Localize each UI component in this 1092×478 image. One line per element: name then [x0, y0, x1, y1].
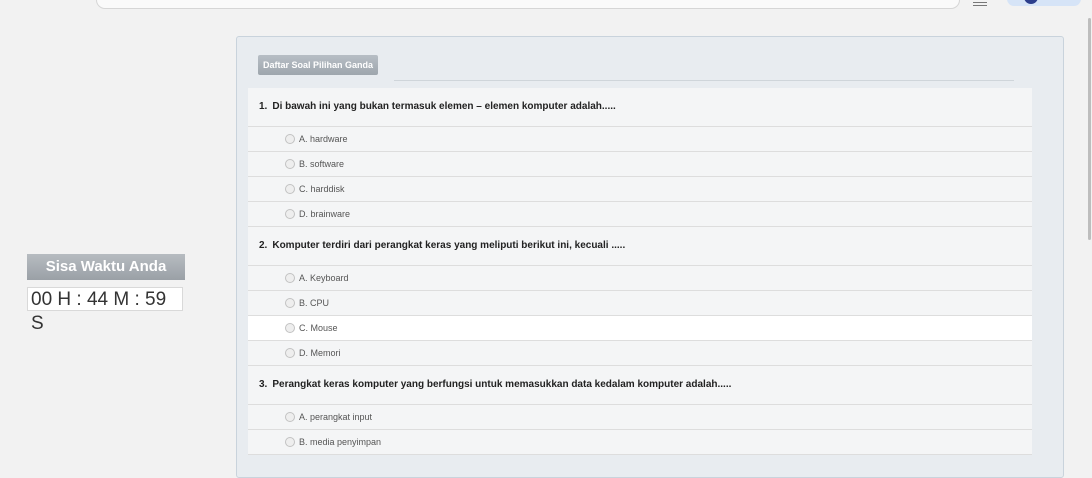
scrollbar-thumb[interactable] [1088, 18, 1091, 240]
answer-option[interactable]: C. harddisk [248, 177, 1032, 202]
radio-button[interactable] [285, 273, 295, 283]
panel-divider [394, 80, 1014, 81]
browser-toolbar [0, 0, 1092, 14]
radio-button[interactable] [285, 184, 295, 194]
radio-button[interactable] [285, 412, 295, 422]
timer-label: Sisa Waktu Anda [27, 254, 185, 280]
question-list: 1. Di bawah ini yang bukan termasuk eleme… [248, 88, 1032, 455]
menu-icon[interactable] [973, 0, 987, 6]
radio-button[interactable] [285, 348, 295, 358]
panel-title: Daftar Soal Pilihan Ganda [258, 55, 379, 75]
question-title: 3. Perangkat keras komputer yang berfungs… [248, 366, 1032, 405]
radio-button[interactable] [285, 209, 295, 219]
question-title: 2. Komputer terdiri dari perangkat keras … [248, 227, 1032, 266]
address-bar[interactable] [96, 0, 960, 9]
countdown-timer: Sisa Waktu Anda 00 H : 44 M : 59 S [27, 254, 185, 334]
answer-option[interactable]: A. perangkat input [248, 405, 1032, 430]
answer-option[interactable]: B. CPU [248, 291, 1032, 316]
radio-button[interactable] [285, 298, 295, 308]
answer-option[interactable]: A. hardware [248, 127, 1032, 152]
answer-option[interactable]: B. media penyimpan [248, 430, 1032, 455]
radio-button[interactable] [285, 437, 295, 447]
radio-button[interactable] [285, 159, 295, 169]
answer-option[interactable]: C. Mouse [248, 316, 1032, 341]
answer-option[interactable]: D. brainware [248, 202, 1032, 227]
question-title: 1. Di bawah ini yang bukan termasuk eleme… [248, 88, 1032, 127]
answer-option[interactable]: B. software [248, 152, 1032, 177]
timer-value: 00 H : 44 M : 59 S [27, 287, 183, 334]
answer-option[interactable]: A. Keyboard [248, 266, 1032, 291]
account-button[interactable] [1007, 0, 1081, 6]
answer-option[interactable]: D. Memori [248, 341, 1032, 366]
radio-button[interactable] [285, 134, 295, 144]
radio-button[interactable] [285, 323, 295, 333]
